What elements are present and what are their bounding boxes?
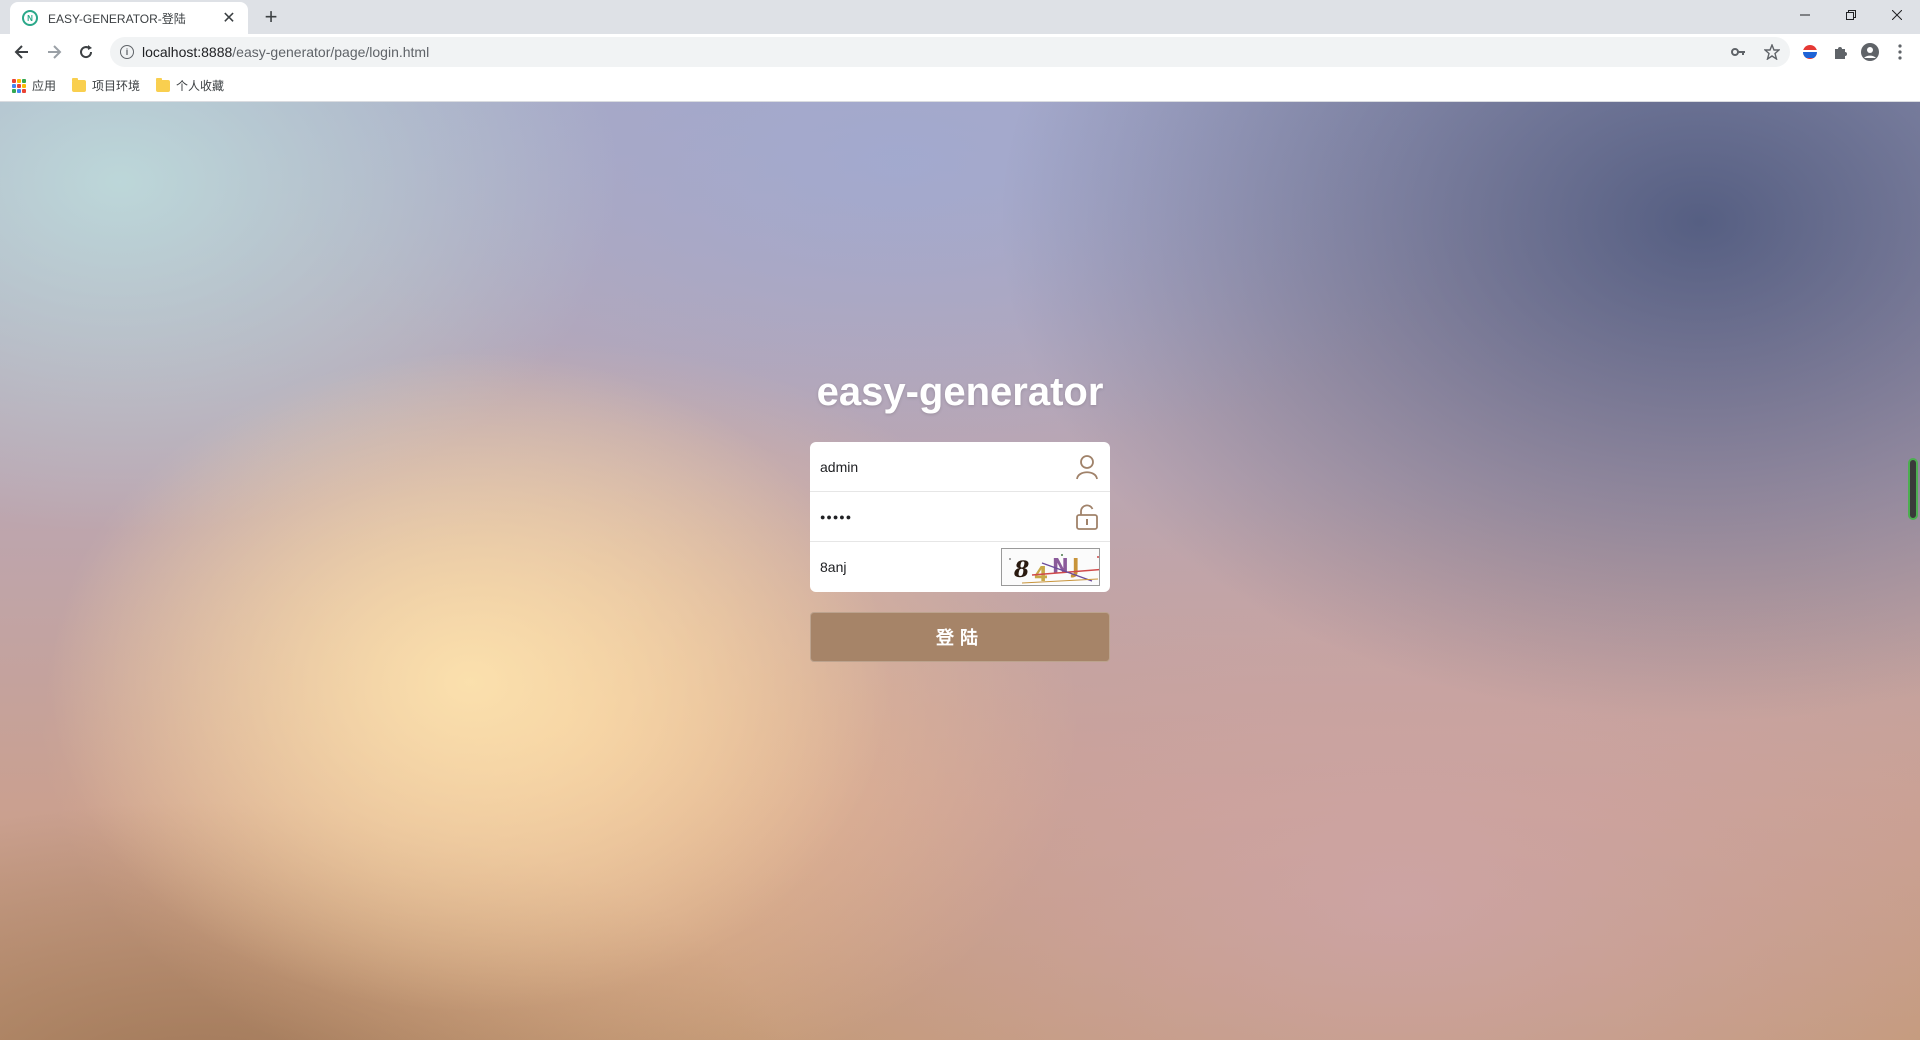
- bookmark-apps[interactable]: 应用: [12, 77, 56, 94]
- close-icon: [1892, 10, 1902, 20]
- browser-menu-icon[interactable]: [1890, 42, 1910, 62]
- forward-arrow-icon: [48, 45, 62, 59]
- login-form: ●●●●● 8 4 N J: [810, 442, 1110, 592]
- site-info-icon[interactable]: i: [120, 45, 134, 59]
- tab-favicon-icon: N: [22, 10, 38, 26]
- password-row: ●●●●●: [810, 492, 1110, 542]
- page-title: easy-generator: [816, 370, 1104, 414]
- minimize-button[interactable]: [1782, 0, 1828, 30]
- profile-avatar-icon[interactable]: [1860, 42, 1880, 62]
- url-host: localhost:8888: [142, 44, 233, 60]
- omnibox-actions: [1728, 37, 1782, 67]
- password-input[interactable]: ●●●●●: [820, 502, 1074, 532]
- bookmark-star-icon[interactable]: [1762, 42, 1782, 62]
- login-button[interactable]: 登陆: [810, 612, 1110, 662]
- svg-text:8: 8: [1013, 557, 1029, 583]
- extensions-puzzle-icon[interactable]: [1830, 42, 1850, 62]
- bookmark-label: 应用: [32, 79, 57, 93]
- tab-close-icon[interactable]: ✕: [220, 8, 238, 28]
- browser-tabstrip: N EASY-GENERATOR-登陆 ✕ +: [0, 0, 1920, 34]
- password-key-icon[interactable]: [1728, 42, 1748, 62]
- back-button[interactable]: [6, 36, 38, 68]
- url-path: /easy-generator/page/login.html: [232, 44, 430, 60]
- url-text: localhost:8888/easy-generator/page/login…: [142, 44, 429, 60]
- captcha-graphic: 8 4 N J: [1009, 554, 1099, 585]
- back-arrow-icon: [14, 45, 28, 59]
- bookmark-folder-personal[interactable]: 个人收藏: [156, 77, 224, 94]
- restore-button[interactable]: [1828, 0, 1874, 30]
- bookmark-folder-project-env[interactable]: 项目环境: [72, 77, 140, 94]
- scrollbar-thumb[interactable]: [1908, 458, 1918, 520]
- browser-tab[interactable]: N EASY-GENERATOR-登陆 ✕: [10, 2, 248, 34]
- extensions-area: [1800, 34, 1910, 70]
- captcha-image[interactable]: 8 4 N J: [1001, 548, 1100, 586]
- login-page: easy-generator ●●●●● 8 4 N J: [0, 102, 1920, 1040]
- minimize-icon: [1800, 14, 1810, 16]
- lock-icon: [1074, 503, 1100, 531]
- apps-icon: [12, 78, 26, 93]
- folder-icon: [72, 77, 87, 92]
- username-row: [810, 442, 1110, 492]
- username-input[interactable]: [820, 451, 1074, 482]
- bookmark-label: 个人收藏: [176, 79, 225, 93]
- address-bar[interactable]: i localhost:8888/easy-generator/page/log…: [110, 37, 1790, 67]
- user-icon: [1074, 453, 1100, 481]
- tab-title: EASY-GENERATOR-登陆: [48, 11, 186, 26]
- reload-icon: [80, 45, 93, 59]
- bookmark-label: 项目环境: [92, 79, 141, 93]
- captcha-input[interactable]: [820, 552, 1001, 582]
- window-controls: [1782, 0, 1920, 30]
- svg-text:N: N: [1052, 554, 1069, 578]
- reload-button[interactable]: [70, 36, 102, 68]
- extension-flag-icon[interactable]: [1800, 42, 1820, 62]
- captcha-row: 8 4 N J: [810, 542, 1110, 592]
- new-tab-button[interactable]: +: [258, 5, 284, 31]
- restore-icon: [1846, 10, 1856, 20]
- bookmarks-bar: 应用 项目环境 个人收藏: [0, 70, 1920, 102]
- forward-button[interactable]: [38, 36, 70, 68]
- folder-icon: [156, 77, 171, 92]
- close-window-button[interactable]: [1874, 0, 1920, 30]
- browser-toolbar: i localhost:8888/easy-generator/page/log…: [0, 34, 1920, 70]
